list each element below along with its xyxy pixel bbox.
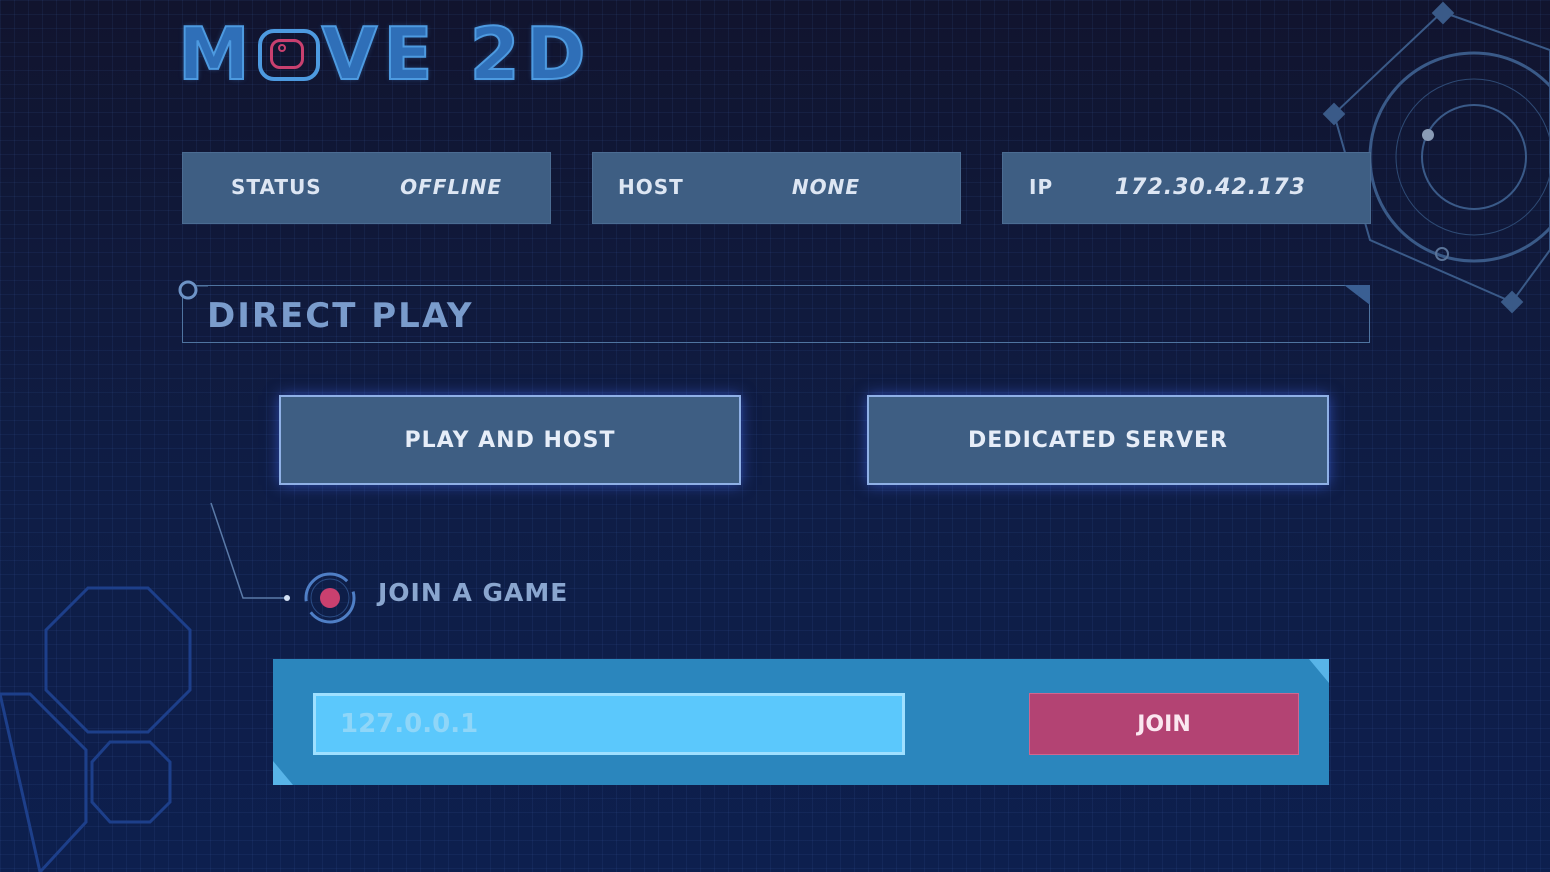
host-tile: HOST NONE (592, 152, 961, 224)
ip-value: 172.30.42.173 (1114, 175, 1306, 200)
ip-tile: IP 172.30.42.173 (1002, 152, 1371, 224)
direct-play-title: DIRECT PLAY (207, 296, 474, 336)
server-address-input[interactable] (313, 693, 905, 755)
logo-text-start: M (177, 12, 256, 96)
panel-corner-bottom-icon (273, 761, 293, 785)
logo-eye-icon (257, 29, 320, 82)
status-label: STATUS (231, 175, 322, 199)
status-tile: STATUS OFFLINE (182, 152, 551, 224)
section-node-icon (178, 280, 208, 300)
play-and-host-button[interactable]: PLAY AND HOST (279, 395, 741, 485)
ip-label: IP (1029, 175, 1054, 199)
join-panel: JOIN (273, 659, 1329, 785)
join-game-title: JOIN A GAME (378, 578, 569, 607)
corner-marker-icon (1344, 285, 1370, 305)
join-button[interactable]: JOIN (1029, 693, 1299, 755)
panel-corner-top-icon (1309, 659, 1329, 683)
decor-octagons (0, 586, 192, 872)
direct-play-header: DIRECT PLAY (182, 285, 1370, 343)
dedicated-server-button[interactable]: DEDICATED SERVER (867, 395, 1329, 485)
game-logo: M VE 2D (177, 12, 592, 96)
connector-line (210, 502, 356, 624)
logo-text-end: VE 2D (321, 12, 592, 96)
host-label: HOST (618, 175, 684, 199)
status-value: OFFLINE (400, 175, 502, 199)
host-value: NONE (791, 175, 860, 199)
